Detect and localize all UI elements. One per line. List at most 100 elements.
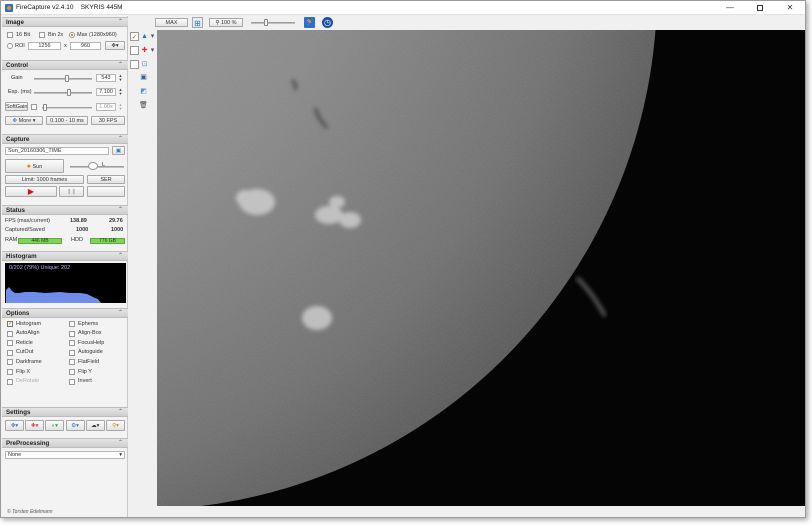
fit-window-icon[interactable]: ⊞ [192, 17, 203, 28]
filter-slider-thumb[interactable] [88, 162, 98, 170]
fps-limit-button[interactable]: 30 FPS [91, 116, 125, 125]
camera-name: SKYRIS 445M [80, 4, 123, 11]
option-checkbox[interactable] [69, 359, 75, 366]
option-checkbox[interactable] [7, 320, 13, 327]
preprocessing-select[interactable]: None ▾ [5, 451, 125, 459]
exposure-slider-track[interactable] [34, 92, 92, 94]
exposure-slider-thumb[interactable] [66, 89, 71, 96]
section-header-histogram[interactable]: Histogram ⌃ [2, 251, 128, 261]
pause-capture-button[interactable]: ❚❚ [59, 186, 84, 197]
exposure-spinner[interactable]: ▲ ▼ [118, 88, 123, 96]
settings-button[interactable]: ☁▾ [85, 420, 105, 431]
section-title: Image [6, 19, 24, 26]
gain-label: Gain [11, 75, 23, 81]
capture-filename-field[interactable]: Sun_20160306_TIME [5, 147, 109, 155]
roi-radio[interactable] [7, 43, 13, 49]
option-checkbox[interactable] [69, 340, 75, 347]
close-button[interactable]: ✕ [775, 1, 805, 15]
option-checkbox[interactable] [7, 349, 13, 356]
bin2x-checkbox[interactable] [39, 32, 45, 38]
section-header-capture[interactable]: Capture ⌃ [2, 134, 128, 144]
option-checkbox[interactable] [69, 369, 75, 375]
softgain-checkbox[interactable] [31, 104, 37, 110]
zoom-region-icon[interactable]: ⊡ [140, 60, 149, 69]
left-control-panel: Image ⌃ 16 Bit Bin 2x Max (1280x960) ROI… [2, 16, 128, 517]
checkbox-icon[interactable]: □ [130, 60, 139, 69]
minimize-button[interactable]: — [715, 1, 745, 15]
gain-slider-thumb[interactable] [65, 75, 70, 82]
profile-button[interactable]: ● Sun [5, 159, 64, 173]
settings-button[interactable]: ◐▾ [45, 420, 65, 431]
option-label: AutoAlign [16, 330, 40, 337]
exposure-range-button[interactable]: 0.100 - 10 ms [46, 116, 88, 125]
section-header-control[interactable]: Control ⌃ [2, 60, 128, 70]
trash-icon[interactable]: 🗑 [139, 101, 148, 110]
autostart-icon[interactable]: 🏃 [304, 17, 315, 28]
section-header-status[interactable]: Status ⌃ [2, 205, 128, 215]
option-checkbox[interactable] [7, 369, 13, 375]
max-resolution-radio[interactable] [69, 32, 75, 38]
folder-icon[interactable]: ▣ [112, 146, 125, 155]
section-header-settings[interactable]: Settings ⌃ [2, 407, 128, 417]
captured-label: Captured/Saved [5, 227, 45, 233]
option-checkbox[interactable] [7, 378, 13, 385]
section-header-options[interactable]: Options ⌃ [2, 308, 128, 318]
ram-label: RAM [5, 237, 18, 243]
check-icon[interactable]: ✓ [130, 32, 139, 41]
bit16-checkbox[interactable] [7, 32, 13, 38]
more-button[interactable]: ✥ More ▾ [5, 116, 43, 125]
capture-limit-button[interactable]: Limit: 1000 frames [5, 175, 84, 184]
option-checkbox[interactable] [7, 359, 13, 366]
captured-value: 1000 [76, 227, 89, 233]
live-image-view[interactable] [157, 30, 805, 506]
gain-spinner[interactable]: ▲ ▼ [118, 74, 123, 82]
option-checkbox[interactable] [69, 321, 75, 327]
option-label: Ephems [78, 320, 99, 327]
option-checkbox[interactable] [69, 330, 75, 337]
roi-settings-button[interactable]: ✥▾ [105, 41, 125, 50]
capture-format-button[interactable]: SER [87, 175, 125, 184]
softgain-spinner[interactable]: ▲ ▼ [118, 103, 123, 111]
softgain-slider-track[interactable] [42, 107, 92, 109]
ram-usage-bar: 446 MB [18, 238, 62, 244]
section-header-preprocessing[interactable]: PreProcessing ⌃ [2, 438, 128, 448]
section-title: Control [6, 62, 28, 69]
start-capture-button[interactable]: ▶ [5, 186, 57, 197]
max-view-button[interactable]: MAX [155, 18, 188, 27]
gear-icon: ✥ [12, 118, 18, 124]
option-checkbox[interactable] [7, 330, 13, 337]
section-header-image[interactable]: Image ⌃ [2, 17, 128, 27]
settings-button[interactable]: ⚲▾ [106, 420, 125, 431]
chevron-down-icon[interactable]: ▾ [148, 46, 157, 55]
maximize-button[interactable] [745, 1, 775, 15]
settings-button[interactable]: ⚙▾ [65, 420, 85, 431]
option-checkbox[interactable] [69, 378, 75, 385]
zoom-button[interactable]: ⚲ 100 % [209, 18, 243, 27]
stop-capture-button[interactable] [87, 186, 125, 197]
chevron-down-icon[interactable]: ▾ [148, 32, 157, 41]
softgain-button[interactable]: SoftGain [5, 102, 28, 111]
settings-button[interactable]: ✥▾ [5, 420, 24, 431]
gain-slider-track[interactable] [34, 78, 92, 80]
collapse-icon: ⌃ [117, 207, 123, 213]
option-checkbox[interactable] [7, 340, 13, 347]
roi-height-field[interactable]: 960 [70, 42, 101, 50]
zoom-icon: ⚲ [215, 20, 220, 26]
side-toolbar: ✓ ▲ ▾ □ ✚ ▾ □ ⊡ ▣ ◩ 🗑 [130, 30, 157, 510]
roi-width-field[interactable]: 1256 [28, 42, 61, 50]
camera-icon[interactable]: ▣ [139, 73, 148, 82]
softgain-value-field[interactable]: 1.00x [96, 103, 116, 111]
zoom-slider-track[interactable] [251, 22, 295, 24]
gain-value-field[interactable]: 543 [96, 74, 116, 82]
timer-icon[interactable]: ◷ [322, 17, 333, 28]
exposure-value-field[interactable]: 7.100 [96, 88, 116, 96]
settings-button[interactable]: ✚▾ [25, 420, 45, 431]
note-icon[interactable]: ◩ [139, 87, 148, 96]
more-label: More [18, 118, 32, 124]
zoom-slider-thumb[interactable] [264, 19, 269, 26]
option-checkbox[interactable] [69, 349, 75, 356]
checkbox-icon[interactable]: □ [130, 46, 139, 55]
section-title: Settings [6, 409, 31, 416]
softgain-slider-thumb[interactable] [42, 104, 47, 111]
collapse-icon: ⌃ [117, 440, 123, 446]
